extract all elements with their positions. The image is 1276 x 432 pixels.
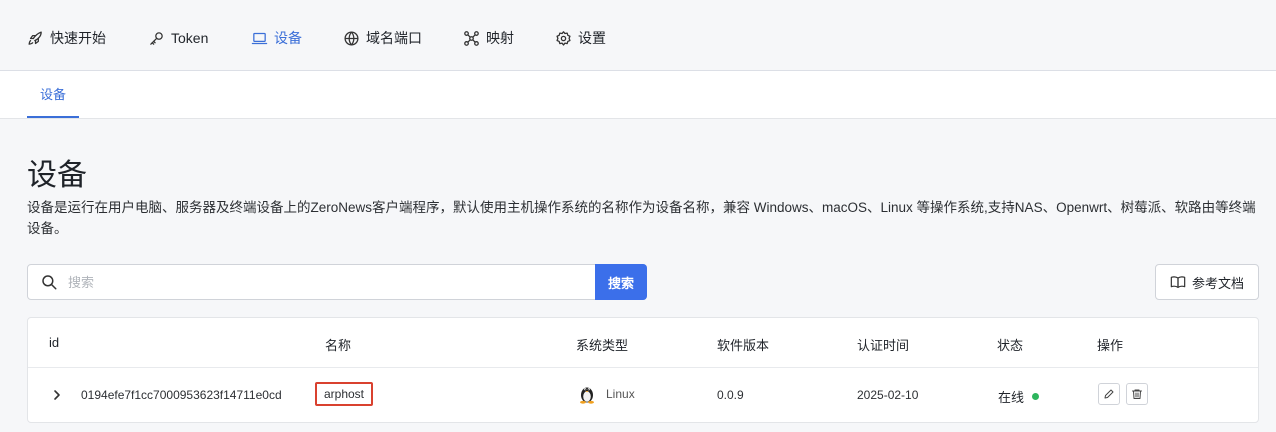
software-version: 0.0.9: [717, 388, 744, 402]
laptop-icon: [251, 30, 268, 47]
nav-label: 快速开始: [50, 30, 106, 46]
globe-icon: [343, 30, 360, 47]
page-title: 设备: [27, 159, 87, 192]
nav-item-settings[interactable]: 设置: [555, 27, 606, 49]
device-id: 0194efe7f1cc7000953623f14711e0cd: [81, 388, 282, 402]
docs-button-label: 参考文档: [1191, 275, 1244, 291]
nav-item-token[interactable]: Token: [148, 27, 208, 49]
status-dot: [1032, 393, 1040, 400]
search-button[interactable]: 搜索: [595, 264, 647, 300]
nav-item-devices[interactable]: 设备: [251, 27, 302, 49]
nav-label: 设置: [578, 30, 606, 46]
nav-label: 设备: [274, 30, 302, 46]
search-box: 搜索: [27, 264, 647, 300]
status-label: 在线: [998, 390, 1025, 405]
os-cell: Linux: [578, 384, 635, 404]
book-icon: [1170, 274, 1186, 290]
device-table: id 名称 系统类型 软件版本 认证时间 状态 操作 0194efe7f1cc7…: [27, 317, 1259, 423]
nav-item-mapping[interactable]: 映射: [463, 27, 514, 49]
sub-nav: 设备: [0, 71, 1276, 119]
delete-button[interactable]: [1126, 383, 1148, 405]
trash-icon: [1131, 388, 1143, 400]
search-input[interactable]: [68, 274, 646, 290]
nav-item-domain-port[interactable]: 域名端口: [343, 27, 422, 49]
nav-label: Token: [171, 30, 209, 46]
rocket-icon: [27, 30, 44, 47]
column-header-id: id: [49, 335, 60, 350]
key-icon: [148, 30, 165, 47]
gear-icon: [555, 30, 572, 47]
page-description: 设备是运行在用户电脑、服务器及终端设备上的ZeroNews客户端程序，默认使用主…: [27, 200, 1256, 236]
table-header: id 名称 系统类型 软件版本 认证时间 状态 操作: [28, 318, 1258, 368]
pencil-icon: [1103, 388, 1115, 400]
edit-button[interactable]: [1098, 383, 1120, 405]
table-row: 0194efe7f1cc7000953623f14711e0cd arphost…: [28, 368, 1258, 424]
top-nav: 快速开始 Token 设备 域名端口 映射 设置: [0, 0, 1276, 71]
status-badge: 在线: [998, 387, 1040, 406]
device-name: arphost: [315, 382, 373, 406]
column-header-os: 系统类型: [576, 338, 629, 353]
tab-devices[interactable]: 设备: [27, 71, 79, 118]
linux-tux-icon: [578, 384, 596, 404]
column-header-auth-time: 认证时间: [857, 338, 910, 353]
column-header-actions: 操作: [1097, 338, 1124, 353]
chevron-right-icon[interactable]: [50, 386, 64, 404]
nav-item-quickstart[interactable]: 快速开始: [27, 27, 106, 49]
nav-label: 域名端口: [366, 30, 422, 46]
column-header-name: 名称: [325, 338, 352, 353]
column-header-status: 状态: [997, 338, 1024, 353]
column-header-version: 软件版本: [717, 338, 770, 353]
search-icon: [40, 273, 58, 291]
network-icon: [463, 30, 480, 47]
os-label: Linux: [606, 387, 635, 401]
auth-time: 2025-02-10: [857, 388, 919, 402]
docs-button[interactable]: 参考文档: [1155, 264, 1259, 300]
nav-label: 映射: [486, 30, 514, 46]
